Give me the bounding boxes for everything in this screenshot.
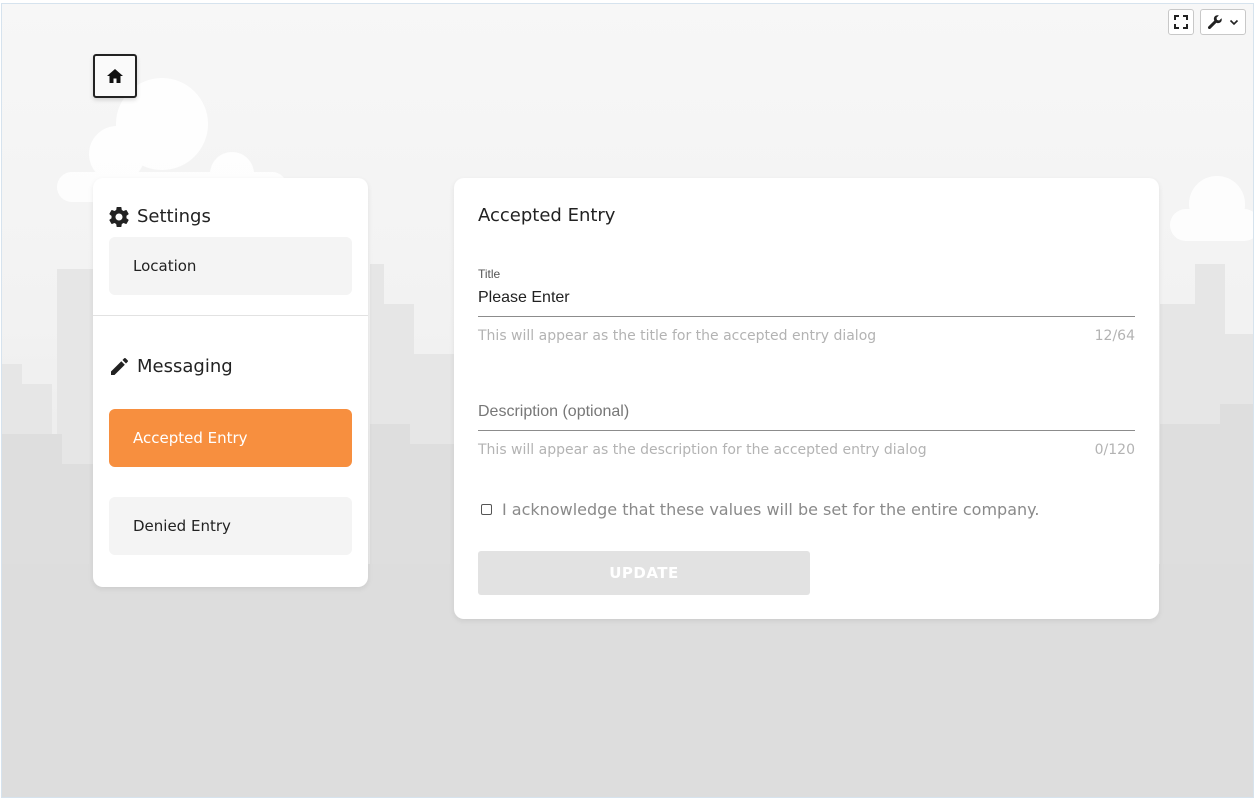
pencil-icon [111, 357, 128, 375]
tools-dropdown-button[interactable] [1200, 9, 1246, 35]
title-input-underline [478, 316, 1135, 317]
acknowledge-row[interactable]: I acknowledge that these values will be … [481, 500, 1039, 519]
sidebar-item-label: Location [133, 257, 197, 275]
description-input-underline [478, 430, 1135, 431]
sidebar-item-label: Accepted Entry [133, 429, 248, 447]
description-helper-text: This will appear as the description for … [478, 442, 927, 458]
title-helper-text: This will appear as the title for the ac… [478, 328, 877, 344]
page-title: Accepted Entry [478, 205, 616, 226]
fullscreen-icon [1174, 15, 1188, 29]
accepted-entry-panel: Accepted Entry Title Please Enter This w… [454, 178, 1159, 619]
messaging-heading-label: Messaging [137, 356, 233, 377]
sidebar-item-accepted-entry[interactable]: Accepted Entry [109, 409, 352, 467]
settings-heading: Settings [109, 206, 211, 227]
top-controls [1168, 9, 1246, 35]
settings-sidebar: Settings Location Messaging Accepted Ent… [93, 178, 368, 587]
sidebar-item-location[interactable]: Location [109, 237, 352, 295]
sidebar-divider [93, 315, 368, 316]
home-icon [107, 69, 123, 83]
home-button[interactable] [93, 54, 137, 98]
description-input[interactable]: Description (optional) [478, 403, 629, 421]
chevron-down-icon [1229, 19, 1239, 26]
title-input[interactable]: Please Enter [478, 289, 570, 307]
acknowledge-label: I acknowledge that these values will be … [502, 500, 1040, 519]
gear-icon [109, 206, 129, 227]
update-button[interactable]: UPDATE [478, 551, 810, 595]
messaging-heading: Messaging [109, 356, 233, 377]
fullscreen-button[interactable] [1168, 9, 1194, 35]
sidebar-item-denied-entry[interactable]: Denied Entry [109, 497, 352, 555]
sidebar-item-label: Denied Entry [133, 517, 231, 535]
description-char-counter: 0/120 [1094, 442, 1135, 458]
title-char-counter: 12/64 [1094, 328, 1135, 344]
title-field-label: Title [478, 267, 501, 281]
settings-heading-label: Settings [137, 206, 211, 227]
acknowledge-checkbox[interactable] [481, 504, 492, 515]
wrench-icon [1207, 15, 1222, 30]
